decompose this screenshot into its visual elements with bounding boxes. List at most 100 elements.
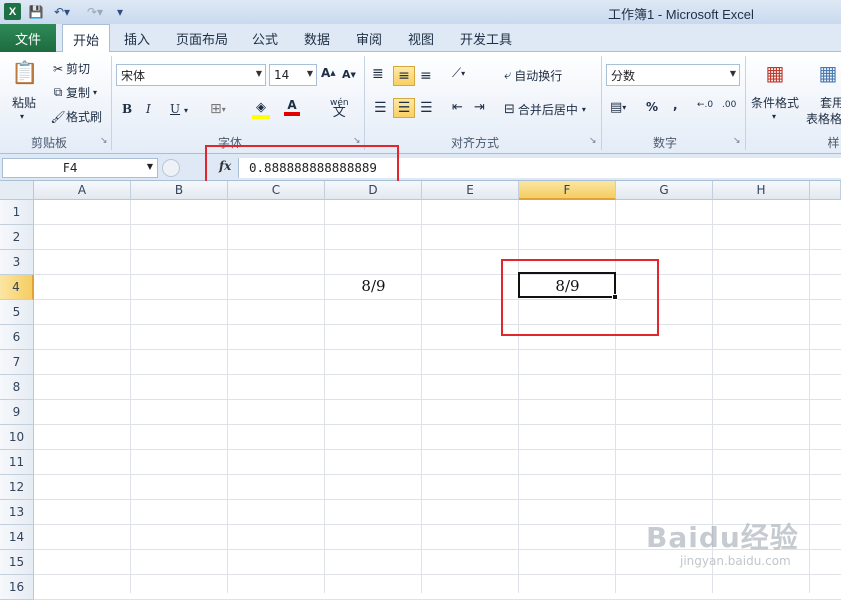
save-icon[interactable]: 💾 xyxy=(27,3,45,21)
row-header-16[interactable]: 16 xyxy=(0,575,34,600)
column-header-G[interactable]: G xyxy=(616,181,713,200)
fill-color-swatch xyxy=(252,115,270,119)
row-header-2[interactable]: 2 xyxy=(0,225,34,250)
row-header-5[interactable]: 5 xyxy=(0,300,34,325)
increase-decimal-icon[interactable]: ←.0 xyxy=(697,100,713,110)
tab-insert[interactable]: 插入 xyxy=(124,24,150,52)
column-gridline xyxy=(421,200,422,593)
alignment-launcher-icon[interactable]: ↘ xyxy=(589,136,597,146)
column-header-C[interactable]: C xyxy=(228,181,325,200)
formula-bar-splitter[interactable] xyxy=(162,159,180,177)
paste-icon[interactable]: 📋 xyxy=(10,58,40,88)
row-header-3[interactable]: 3 xyxy=(0,250,34,275)
row-gridline xyxy=(34,474,841,475)
italic-button[interactable]: I xyxy=(146,102,151,116)
row-header-4[interactable]: 4 xyxy=(0,275,34,300)
clipboard-launcher-icon[interactable]: ↘ xyxy=(100,136,108,146)
row-header-1[interactable]: 1 xyxy=(0,200,34,225)
row-header-7[interactable]: 7 xyxy=(0,350,34,375)
row-gridline xyxy=(34,449,841,450)
number-launcher-icon[interactable]: ↘ xyxy=(733,136,741,146)
align-right-icon[interactable]: ☰ xyxy=(420,100,433,116)
row-header-14[interactable]: 14 xyxy=(0,525,34,550)
tab-page-layout[interactable]: 页面布局 xyxy=(176,24,228,52)
cut-label: 剪切 xyxy=(66,62,91,76)
grow-font-icon[interactable]: A ▲ xyxy=(321,66,336,80)
table-format-button-line1[interactable]: 套用 xyxy=(820,94,841,111)
tab-formulas[interactable]: 公式 xyxy=(252,24,278,52)
row-header-10[interactable]: 10 xyxy=(0,425,34,450)
decrease-decimal-icon[interactable]: .00 xyxy=(722,100,736,110)
column-header-E[interactable]: E xyxy=(422,181,519,200)
number-format-combo[interactable]: 分数 ▼ xyxy=(606,64,740,86)
row-header-11[interactable]: 11 xyxy=(0,450,34,475)
decrease-indent-icon[interactable]: ⇤ xyxy=(452,100,463,115)
merge-center-button[interactable]: ⊟ 合并后居中 ▾ xyxy=(504,101,586,118)
column-header-D[interactable]: D xyxy=(325,181,422,200)
align-middle-icon[interactable]: ≡ xyxy=(393,66,415,86)
table-format-icon[interactable]: ▦ xyxy=(815,58,841,88)
row-header-12[interactable]: 12 xyxy=(0,475,34,500)
tab-review[interactable]: 审阅 xyxy=(356,24,382,52)
fill-color-button[interactable]: ◈ xyxy=(252,100,270,119)
column-gridline xyxy=(227,200,228,593)
tab-view[interactable]: 视图 xyxy=(408,24,434,52)
name-box[interactable]: F4 ▼ xyxy=(2,158,158,178)
customize-qat-icon[interactable]: ▾ xyxy=(113,3,127,21)
divider xyxy=(601,56,602,150)
border-icon[interactable]: ⊞ ▾ xyxy=(210,101,226,117)
column-header-A[interactable]: A xyxy=(34,181,131,200)
paste-dropdown-icon[interactable]: ▾ xyxy=(20,112,24,121)
column-header-partial[interactable] xyxy=(810,181,841,200)
row-header-9[interactable]: 9 xyxy=(0,400,34,425)
tab-developer[interactable]: 开发工具 xyxy=(460,24,512,52)
row-header-6[interactable]: 6 xyxy=(0,325,34,350)
underline-dropdown-icon[interactable]: ▾ xyxy=(184,106,188,115)
font-name-combo[interactable]: 宋体 ▼ xyxy=(116,64,266,86)
ribbon: 📋 粘贴 ▾ ✂ 剪切 ⧉ 复制 ▾ 🖌 格式刷 剪贴板 ↘ 宋体 ▼ 14 ▼ A ▲ A ▼… xyxy=(0,52,841,154)
font-size-combo[interactable]: 14 ▼ xyxy=(269,64,317,86)
tab-data[interactable]: 数据 xyxy=(304,24,330,52)
row-header-8[interactable]: 8 xyxy=(0,375,34,400)
phonetic-guide-icon[interactable]: wén 文 xyxy=(330,98,349,119)
number-group-label: 数字 xyxy=(652,136,677,150)
column-header-B[interactable]: B xyxy=(131,181,228,200)
shrink-font-icon[interactable]: A ▼ xyxy=(342,68,356,81)
increase-indent-icon[interactable]: ⇥ xyxy=(474,100,485,115)
excel-app-icon[interactable]: X xyxy=(4,3,21,20)
orientation-icon[interactable]: ⟋ ▾ xyxy=(452,66,465,81)
table-format-button-line2[interactable]: 表格格 xyxy=(806,110,841,127)
copy-button[interactable]: ⧉ 复制 ▾ xyxy=(50,84,97,101)
align-left-icon[interactable]: ☰ xyxy=(374,100,387,116)
row-header-13[interactable]: 13 xyxy=(0,500,34,525)
wrap-text-button[interactable]: ⤶ 自动换行 xyxy=(504,67,562,84)
align-center-icon[interactable]: ☰ xyxy=(393,98,415,118)
cut-button[interactable]: ✂ 剪切 xyxy=(50,60,90,77)
column-header-H[interactable]: H xyxy=(713,181,810,200)
paste-button[interactable]: 粘贴 xyxy=(12,94,36,111)
cell-D4[interactable]: 8/9 xyxy=(325,273,422,298)
column-gridline xyxy=(324,200,325,593)
redo-icon[interactable]: ↷▾ xyxy=(82,3,108,21)
tab-file[interactable]: 文件 xyxy=(0,24,56,52)
comma-button[interactable]: , xyxy=(673,98,678,112)
align-top-icon[interactable]: ≣ xyxy=(372,66,384,82)
percent-button[interactable]: % xyxy=(646,100,658,114)
column-header-F[interactable]: F xyxy=(519,181,616,200)
format-painter-button[interactable]: 🖌 格式刷 xyxy=(50,108,102,125)
accounting-format-icon[interactable]: ▤ ▾ xyxy=(610,100,626,115)
align-bottom-icon[interactable]: ≡ xyxy=(420,68,432,84)
tab-home[interactable]: 开始 xyxy=(62,24,110,53)
undo-icon[interactable]: ↶▾ xyxy=(49,3,75,21)
conditional-format-button[interactable]: 条件格式 xyxy=(751,94,799,111)
underline-button[interactable]: U xyxy=(170,102,180,116)
conditional-format-dropdown-icon[interactable]: ▾ xyxy=(772,112,776,121)
row-header-15[interactable]: 15 xyxy=(0,550,34,575)
font-color-button[interactable]: A xyxy=(284,98,300,116)
title-bar: X 💾 ↶▾ ↷▾ ▾ 工作簿1 - Microsoft Excel xyxy=(0,0,841,24)
bold-button[interactable]: B xyxy=(122,102,132,116)
clipboard-group-label: 剪贴板 xyxy=(30,136,67,150)
select-all-corner[interactable] xyxy=(0,181,34,200)
conditional-format-icon[interactable]: ▦ xyxy=(760,58,790,88)
wrap-text-icon: ⤶ xyxy=(504,68,512,83)
